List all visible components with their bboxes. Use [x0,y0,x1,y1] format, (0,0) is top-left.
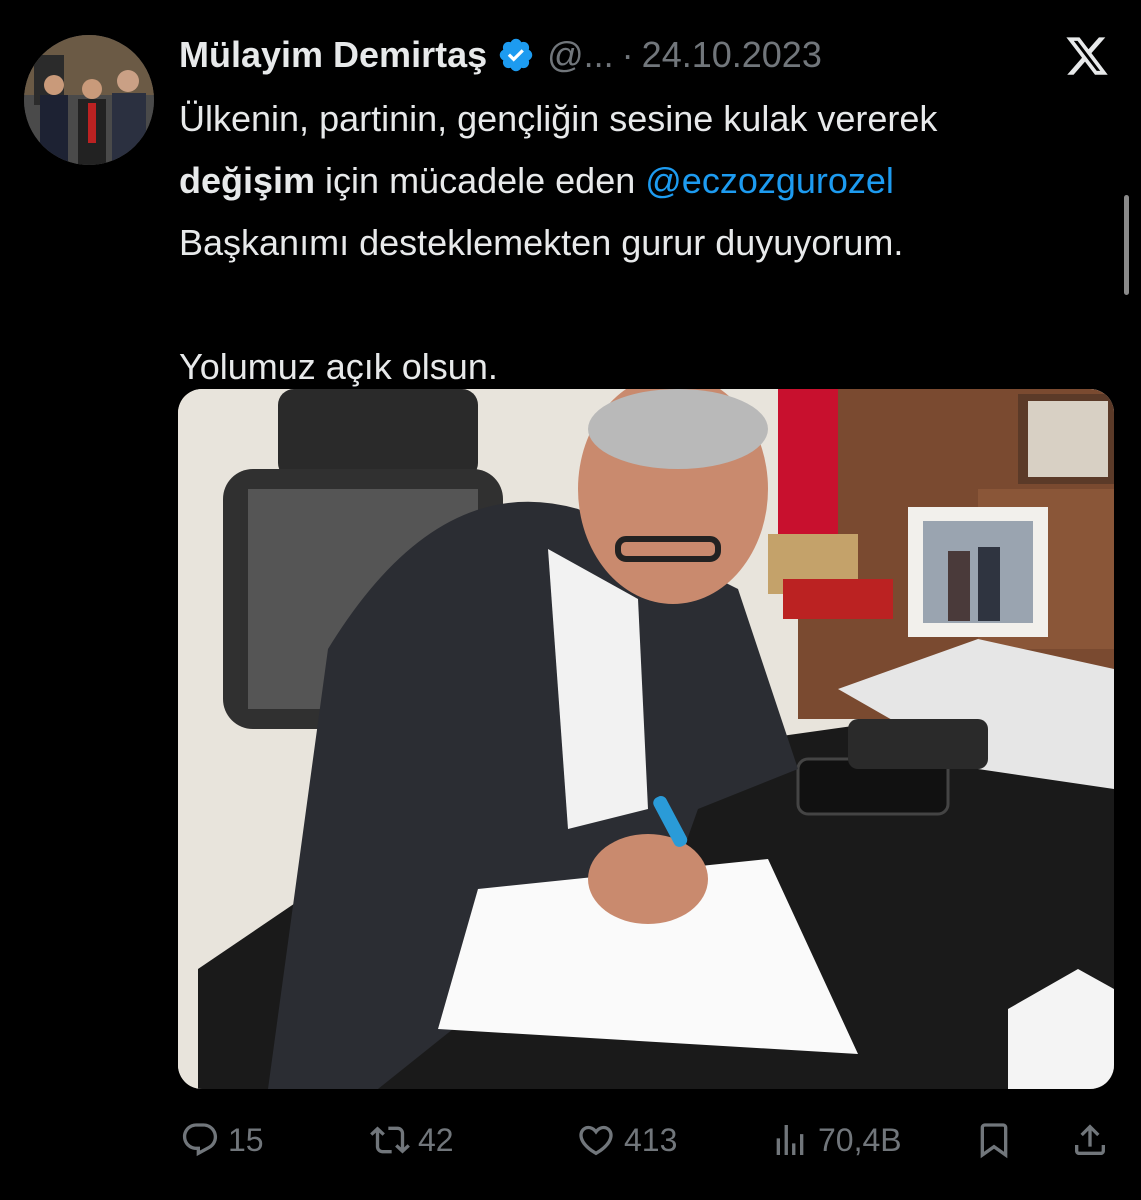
mention-link[interactable]: @eczozgurozel [645,160,894,201]
bold-word: değişim [179,160,316,201]
post-actions: 15 42 413 70,4B [178,1115,1114,1165]
post-text-line: Başkanımı desteklemekten gurur duyuyorum… [179,222,904,263]
post-header: Mülayim Demirtaş @... · 24.10.2023 [179,30,822,80]
views-icon [776,1125,804,1155]
post-text: Ülkenin, partinin, gençliğin sesine kula… [179,88,1109,398]
media-photo [178,389,1114,1089]
views-button[interactable]: 70,4B [770,1115,902,1165]
post-text-line: Ülkenin, partinin, gençliğin sesine kula… [179,98,938,139]
reply-count: 15 [228,1121,264,1158]
heart-icon [579,1125,613,1156]
reply-icon [182,1123,218,1157]
like-count: 413 [624,1121,678,1158]
share-icon [1075,1124,1105,1155]
post-text-fragment: için mücadele eden [315,160,646,201]
post-text-line: değişim için mücadele eden @eczozgurozel [179,150,1109,212]
repost-button[interactable]: 42 [370,1115,454,1165]
avatar-photo [24,35,154,165]
post-date[interactable]: 24.10.2023 [642,34,822,76]
views-count: 70,4B [818,1121,902,1158]
x-logo-icon [1066,37,1108,75]
like-button[interactable]: 413 [576,1115,677,1165]
author-name[interactable]: Mülayim Demirtaş [179,34,487,76]
bookmark-icon [980,1123,1008,1159]
separator-dot: · [621,34,634,75]
repost-icon [370,1126,410,1154]
author-handle[interactable]: @... [547,34,614,76]
share-button[interactable] [1070,1115,1118,1165]
repost-count: 42 [418,1121,454,1158]
reply-button[interactable]: 15 [180,1115,264,1165]
verified-badge-icon [499,38,533,72]
scrollbar[interactable] [1124,195,1129,295]
bookmark-button[interactable] [974,1115,1022,1165]
avatar[interactable] [24,35,154,165]
post-media[interactable] [178,389,1114,1089]
